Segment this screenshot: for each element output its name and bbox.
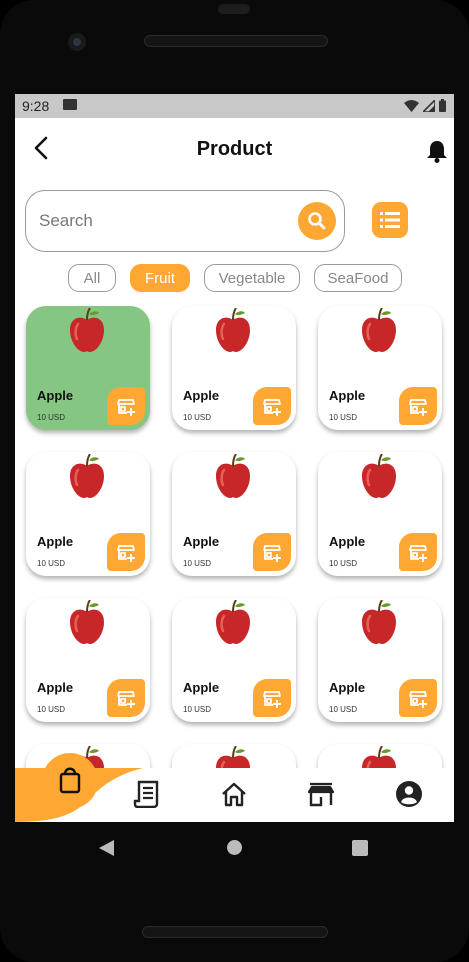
product-card[interactable]: Apple 10 USD bbox=[172, 598, 296, 722]
add-to-cart-icon bbox=[409, 691, 427, 708]
list-icon bbox=[380, 212, 400, 228]
product-price: 10 USD bbox=[37, 413, 66, 422]
home-icon[interactable] bbox=[220, 780, 248, 808]
add-to-cart-icon bbox=[117, 545, 135, 562]
apple-image bbox=[362, 454, 396, 498]
product-card[interactable]: Apple 10 USD bbox=[318, 306, 442, 430]
add-to-cart-icon bbox=[263, 545, 281, 562]
product-card[interactable]: Apple 10 USD bbox=[26, 598, 150, 722]
add-to-cart-button[interactable] bbox=[399, 533, 437, 571]
product-price: 10 USD bbox=[37, 705, 66, 714]
wifi-icon bbox=[404, 99, 419, 112]
apple-image bbox=[216, 308, 250, 352]
product-name: Apple bbox=[183, 680, 220, 695]
product-price: 10 USD bbox=[329, 559, 358, 568]
status-time: 9:28 bbox=[22, 98, 50, 114]
filter-chip-vegetable[interactable]: Vegetable bbox=[204, 264, 300, 292]
search-icon bbox=[308, 212, 326, 230]
filter-chip-fruit[interactable]: Fruit bbox=[130, 264, 190, 292]
filter-chip-seafood[interactable]: SeaFood bbox=[314, 264, 402, 292]
product-card[interactable]: Apple 10 USD bbox=[318, 452, 442, 576]
product-price: 10 USD bbox=[183, 413, 212, 422]
product-price: 10 USD bbox=[329, 413, 358, 422]
signal-icon bbox=[423, 99, 435, 112]
apple-image bbox=[362, 600, 396, 644]
add-to-cart-button[interactable] bbox=[107, 533, 145, 571]
add-to-cart-icon bbox=[117, 691, 135, 708]
system-back-icon[interactable] bbox=[99, 840, 114, 856]
shopping-bag-icon[interactable] bbox=[42, 753, 98, 809]
product-name: Apple bbox=[183, 534, 220, 549]
status-bar: 9:28 bbox=[15, 94, 454, 118]
apple-image bbox=[362, 308, 396, 352]
add-to-cart-button[interactable] bbox=[253, 533, 291, 571]
add-to-cart-button[interactable] bbox=[399, 387, 437, 425]
add-to-cart-icon bbox=[263, 691, 281, 708]
bottom-speaker bbox=[142, 926, 328, 938]
product-price: 10 USD bbox=[37, 559, 66, 568]
product-card[interactable]: Apple 10 USD bbox=[172, 306, 296, 430]
filter-chip-all[interactable]: All bbox=[68, 264, 116, 292]
phone-frame: 9:28 Product Search All Fruit Vegetable … bbox=[0, 0, 469, 962]
bottom-navigation bbox=[15, 753, 454, 822]
add-to-cart-icon bbox=[409, 399, 427, 416]
add-to-cart-button[interactable] bbox=[107, 387, 145, 425]
bell-icon[interactable] bbox=[426, 139, 448, 163]
add-to-cart-icon bbox=[263, 399, 281, 416]
system-recents-icon[interactable] bbox=[352, 840, 368, 856]
product-name: Apple bbox=[329, 388, 366, 403]
search-button[interactable] bbox=[298, 202, 336, 240]
add-to-cart-icon bbox=[117, 399, 135, 416]
apple-image bbox=[216, 454, 250, 498]
product-price: 10 USD bbox=[183, 705, 212, 714]
add-to-cart-button[interactable] bbox=[107, 679, 145, 717]
add-to-cart-icon bbox=[409, 545, 427, 562]
system-navigation-bar bbox=[0, 822, 469, 874]
app-header: Product bbox=[15, 118, 454, 182]
product-name: Apple bbox=[329, 534, 366, 549]
product-name: Apple bbox=[37, 680, 74, 695]
product-card[interactable]: Apple 10 USD bbox=[26, 452, 150, 576]
apple-image bbox=[70, 454, 104, 498]
battery-icon bbox=[439, 99, 446, 112]
earpiece bbox=[144, 35, 328, 47]
front-camera bbox=[68, 33, 86, 51]
apple-image bbox=[70, 600, 104, 644]
speaker-slot bbox=[218, 4, 250, 14]
apple-image bbox=[70, 308, 104, 352]
product-name: Apple bbox=[37, 534, 74, 549]
product-name: Apple bbox=[329, 680, 366, 695]
system-home-icon[interactable] bbox=[227, 840, 242, 855]
list-view-button[interactable] bbox=[372, 202, 408, 238]
add-to-cart-button[interactable] bbox=[253, 679, 291, 717]
product-price: 10 USD bbox=[329, 705, 358, 714]
store-icon[interactable] bbox=[307, 780, 335, 808]
app-screen: 9:28 Product Search All Fruit Vegetable … bbox=[15, 94, 454, 822]
search-field[interactable]: Search bbox=[25, 190, 345, 252]
account-icon[interactable] bbox=[395, 780, 423, 808]
page-title: Product bbox=[196, 138, 273, 160]
add-to-cart-button[interactable] bbox=[399, 679, 437, 717]
product-card[interactable]: Apple 10 USD bbox=[318, 598, 442, 722]
receipt-icon[interactable] bbox=[133, 780, 161, 808]
product-card[interactable]: Apple 10 USD bbox=[26, 306, 150, 430]
image-notification-icon bbox=[63, 99, 77, 110]
product-price: 10 USD bbox=[183, 559, 212, 568]
search-placeholder: Search bbox=[39, 211, 93, 230]
apple-image bbox=[216, 600, 250, 644]
product-card[interactable]: Apple 10 USD bbox=[172, 452, 296, 576]
add-to-cart-button[interactable] bbox=[253, 387, 291, 425]
product-name: Apple bbox=[183, 388, 220, 403]
product-name: Apple bbox=[37, 388, 74, 403]
